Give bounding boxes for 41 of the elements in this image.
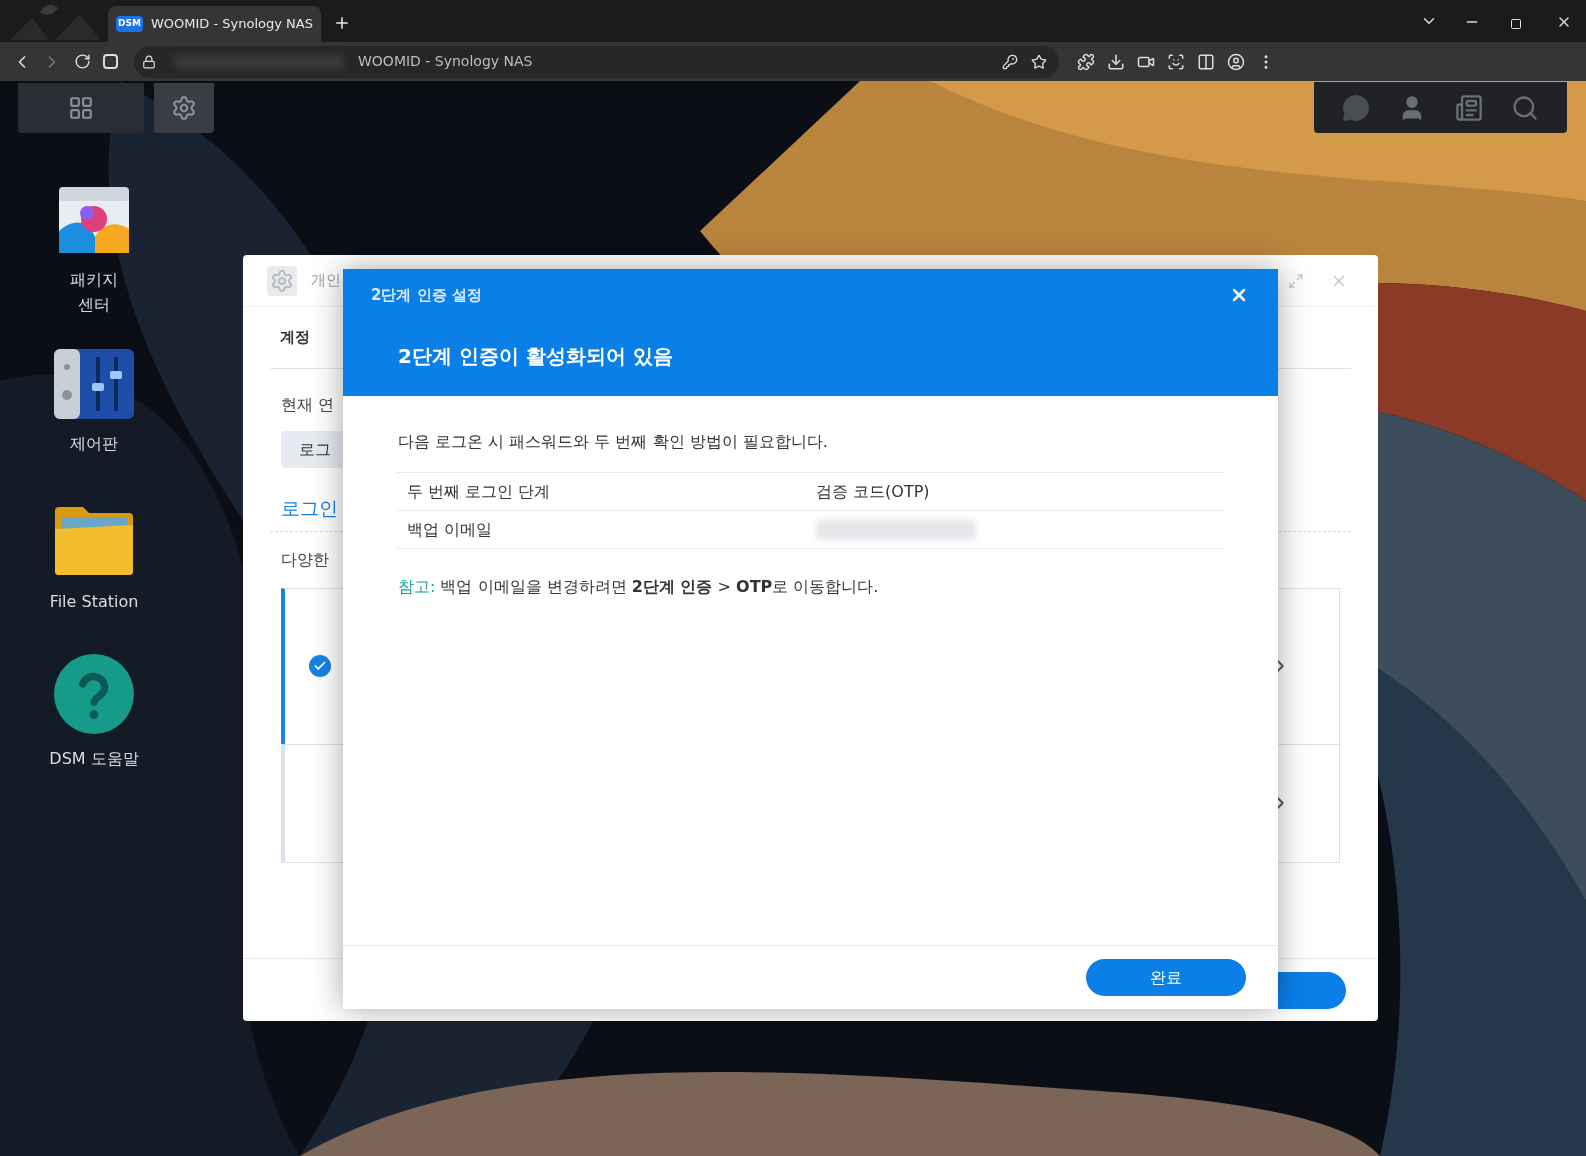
dialog-title: 2단계 인증 설정	[371, 284, 482, 306]
dialog-heading: 2단계 인증이 활성화되어 있음	[398, 343, 674, 370]
done-button[interactable]: 완료	[1086, 959, 1246, 996]
check-icon	[309, 655, 331, 677]
control-panel-icon[interactable]	[54, 349, 134, 419]
row-label: 백업 이메일	[406, 518, 494, 541]
app-label[interactable]: DSM 도움말	[49, 746, 139, 771]
page-title: WOOMID - Synology NAS	[358, 52, 533, 71]
profile-icon[interactable]	[1227, 52, 1245, 71]
intro-text: 다음 로그온 시 패스워드와 두 번째 확인 방법이 필요합니다.	[398, 431, 829, 453]
browser-tab[interactable]: DSM WOOMID - Synology NAS	[108, 6, 321, 42]
reload-icon[interactable]	[74, 53, 91, 70]
tab-title: WOOMID - Synology NAS	[150, 15, 313, 34]
bookmark-star-icon[interactable]	[1031, 53, 1047, 70]
gear-icon	[171, 95, 197, 121]
row-label: 두 번째 로그인 단계	[406, 480, 552, 503]
note-text: 참고: 백업 이메일을 변경하려면 2단계 인증 > OTP로 이동합니다.	[398, 576, 880, 598]
address-bar[interactable]: WOOMID - Synology NAS	[134, 45, 1059, 78]
gear-icon	[267, 265, 297, 296]
app-label[interactable]: 제어판	[70, 431, 118, 456]
section-tab[interactable]: 계정	[280, 326, 310, 349]
taskbar-button[interactable]	[18, 83, 144, 133]
window-title: 개인	[311, 270, 341, 292]
key-icon[interactable]	[1002, 53, 1018, 70]
download-icon[interactable]	[1107, 52, 1125, 71]
maximize-icon[interactable]	[1510, 18, 1522, 30]
description-text: 다양한	[281, 548, 330, 571]
new-tab-icon[interactable]	[333, 14, 351, 32]
app-label[interactable]: 패키지 센터	[64, 267, 124, 317]
row-value: 검증 코드(OTP)	[816, 480, 930, 503]
grid-icon	[68, 95, 94, 121]
taskbar-button[interactable]	[154, 83, 214, 133]
search-icon[interactable]	[1510, 93, 1539, 122]
folder-icon[interactable]	[53, 505, 135, 577]
app-label[interactable]: File Station	[49, 589, 139, 614]
field-label: 현재 연	[281, 394, 336, 416]
puzzle-icon[interactable]	[1077, 52, 1095, 71]
help-icon[interactable]	[54, 654, 134, 734]
lock-icon	[142, 54, 156, 69]
favicon: DSM	[116, 16, 143, 32]
split-view-icon[interactable]	[1197, 52, 1215, 71]
